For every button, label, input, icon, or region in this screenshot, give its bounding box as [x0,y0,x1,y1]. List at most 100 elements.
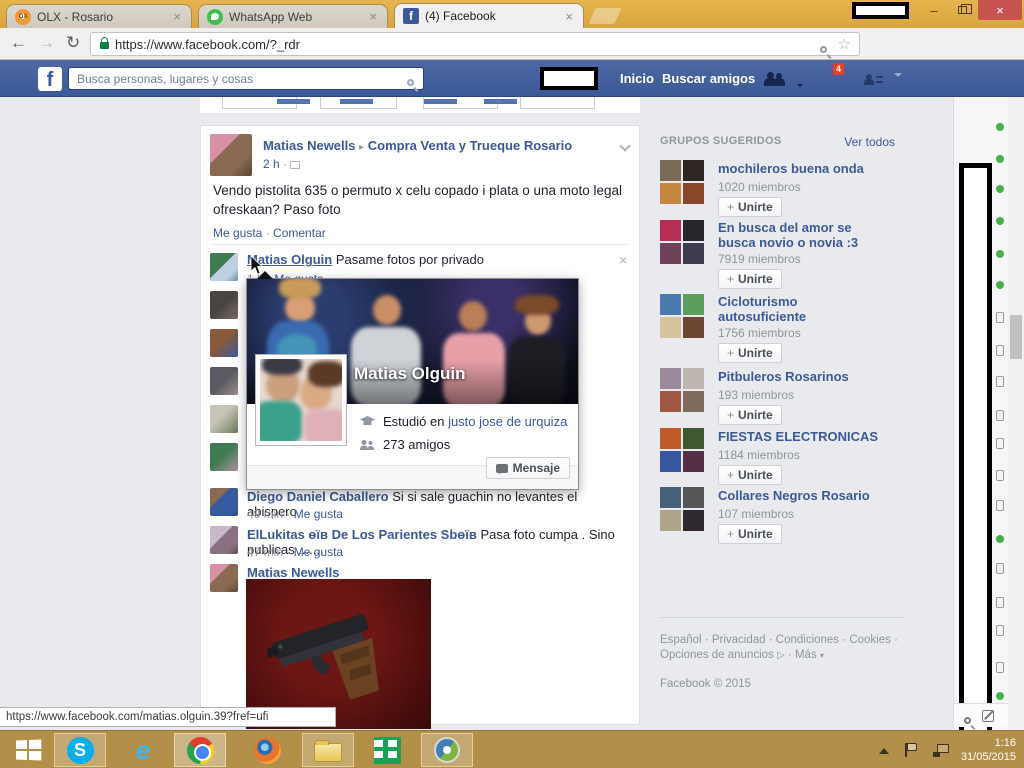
hovercard-name[interactable]: Matias Olguin [354,364,465,384]
facebook-search-input[interactable] [68,67,424,90]
system-tray: 1:16 31/05/2015 [879,731,1016,768]
group-members-count: 7919 miembros [718,252,888,266]
comment-like-link[interactable]: Me gusta [294,507,343,521]
start-button[interactable] [2,733,54,767]
footer-link[interactable]: Más [795,649,817,661]
message-button[interactable]: Mensaje [486,457,570,479]
group-photo-collage[interactable] [660,220,704,264]
join-group-button[interactable]: + Unirte [718,197,782,217]
comment-like-link[interactable]: Me gusta [294,545,343,559]
zoom-search-icon[interactable] [820,46,827,53]
footer-link[interactable]: Condiciones [776,634,839,646]
group-photo-collage[interactable] [660,428,704,472]
comment-author-link[interactable]: ElLukitas өïв De Los Parientes Sbөïв [247,527,477,542]
tab-close-icon[interactable]: × [171,9,183,24]
group-name-link[interactable]: Pitbuleros Rosarinos [718,369,849,384]
see-all-link[interactable]: Ver todos [844,135,895,149]
post-author-avatar[interactable] [210,134,252,176]
group-photo-collage[interactable] [660,368,704,412]
comment-close-icon[interactable]: × [619,252,627,268]
reload-button[interactable]: ↻ [66,33,80,53]
restore-button[interactable] [950,0,974,20]
group-photo-collage[interactable] [660,160,704,204]
tab-close-icon[interactable]: × [367,9,379,24]
join-group-button[interactable]: + Unirte [718,269,782,289]
join-group-button[interactable]: + Unirte [718,465,782,485]
comment-avatar[interactable] [210,329,238,357]
online-status-icon [996,692,1004,700]
nav-find-friends-link[interactable]: Buscar amigos [662,71,755,86]
taskbar-skype-button[interactable]: S [54,733,106,767]
group-name-link[interactable]: mochileros buena onda [718,161,864,176]
taskbar-store-button[interactable] [361,733,413,767]
minimize-button[interactable]: – [922,0,946,20]
education-link[interactable]: justo jose de urquiza [448,414,567,429]
group-photo-collage[interactable] [660,487,704,531]
comment-avatar[interactable] [210,291,238,319]
taskbar-ie-button[interactable]: e [117,733,169,767]
forward-button[interactable]: → [38,33,55,53]
comment-avatar[interactable] [210,405,238,433]
comment-author-link[interactable]: Diego Daniel Caballero [247,489,389,504]
tab-facebook[interactable]: f (4) Facebook × [394,3,584,28]
bookmark-star-icon[interactable]: ☆ [838,35,851,53]
taskbar-explorer-button[interactable] [302,733,354,767]
hidden-icons-caret[interactable] [879,743,889,754]
tab-olx[interactable]: OX OLX - Rosario × [6,4,192,28]
taskbar-firefox-button[interactable] [241,733,293,767]
online-status-icon [996,281,1004,289]
hovercard-profile-picture[interactable] [255,354,347,446]
footer-link[interactable]: Español [660,634,702,646]
post-author-link[interactable]: Matias Newells [263,138,356,153]
group-name-link[interactable]: FIESTAS ELECTRONICAS [718,429,878,444]
join-group-button[interactable]: + Unirte [718,343,782,363]
taskbar-picpick-button[interactable] [421,733,473,767]
group-members-count: 107 miembros [718,507,870,521]
comment-avatar[interactable] [210,367,238,395]
taskbar-clock[interactable]: 1:16 31/05/2015 [961,736,1016,764]
scrollbar-thumb[interactable] [1010,315,1022,359]
back-button[interactable]: ← [10,33,27,53]
group-name-link[interactable]: En busca del amor se busca novio o novia… [718,220,888,250]
footer-link[interactable]: Opciones de anuncios [660,649,774,661]
address-bar[interactable]: https://www.facebook.com/?_rdr ☆ [90,32,860,56]
post-options-chevron-icon[interactable] [619,140,630,151]
facebook-logo[interactable]: f [38,67,62,91]
action-center-flag-icon[interactable] [905,743,919,757]
comment-avatar[interactable] [210,526,238,554]
group-name-link[interactable]: Cicloturismo autosuficiente [718,294,848,324]
post-like-link[interactable]: Me gusta [213,226,262,240]
comment-avatar[interactable] [210,253,238,281]
mobile-status-icon [996,563,1004,574]
tab-close-icon[interactable]: × [563,9,575,24]
group-members-count: 193 miembros [718,388,849,402]
new-tab-button[interactable] [588,8,621,24]
comment-avatar[interactable] [210,443,238,471]
settings-caret-icon[interactable] [894,77,902,95]
group-photo-collage[interactable] [660,294,704,338]
close-window-button[interactable]: × [978,0,1022,20]
page-scrollbar[interactable] [1008,97,1024,730]
search-icon[interactable] [407,79,414,86]
mobile-status-icon [996,376,1004,387]
footer-link[interactable]: Privacidad [712,634,766,646]
mobile-status-icon [996,625,1004,636]
post-comment-link[interactable]: Comentar [273,226,326,240]
join-group-button[interactable]: + Unirte [718,524,782,544]
comment-avatar[interactable] [210,488,238,516]
post-group-link[interactable]: Compra Venta y Trueque Rosario [368,138,572,153]
comment-author-link[interactable]: Matias Newells [247,565,340,580]
taskbar-chrome-button[interactable] [174,733,226,767]
comment-avatar[interactable] [210,564,238,592]
tab-whatsapp[interactable]: WhatsApp Web × [198,4,388,28]
nav-home-link[interactable]: Inicio [620,71,654,86]
footer-link[interactable]: Cookies [849,634,891,646]
tab-title: WhatsApp Web [229,10,361,24]
post-timestamp[interactable]: 2 h [263,157,280,171]
network-icon[interactable] [933,744,949,757]
chat-compose-icon[interactable] [982,710,994,722]
chat-search-icon[interactable] [964,717,971,724]
join-group-button[interactable]: + Unirte [718,405,782,425]
friends-count-icon [359,440,375,450]
group-name-link[interactable]: Collares Negros Rosario [718,488,870,503]
